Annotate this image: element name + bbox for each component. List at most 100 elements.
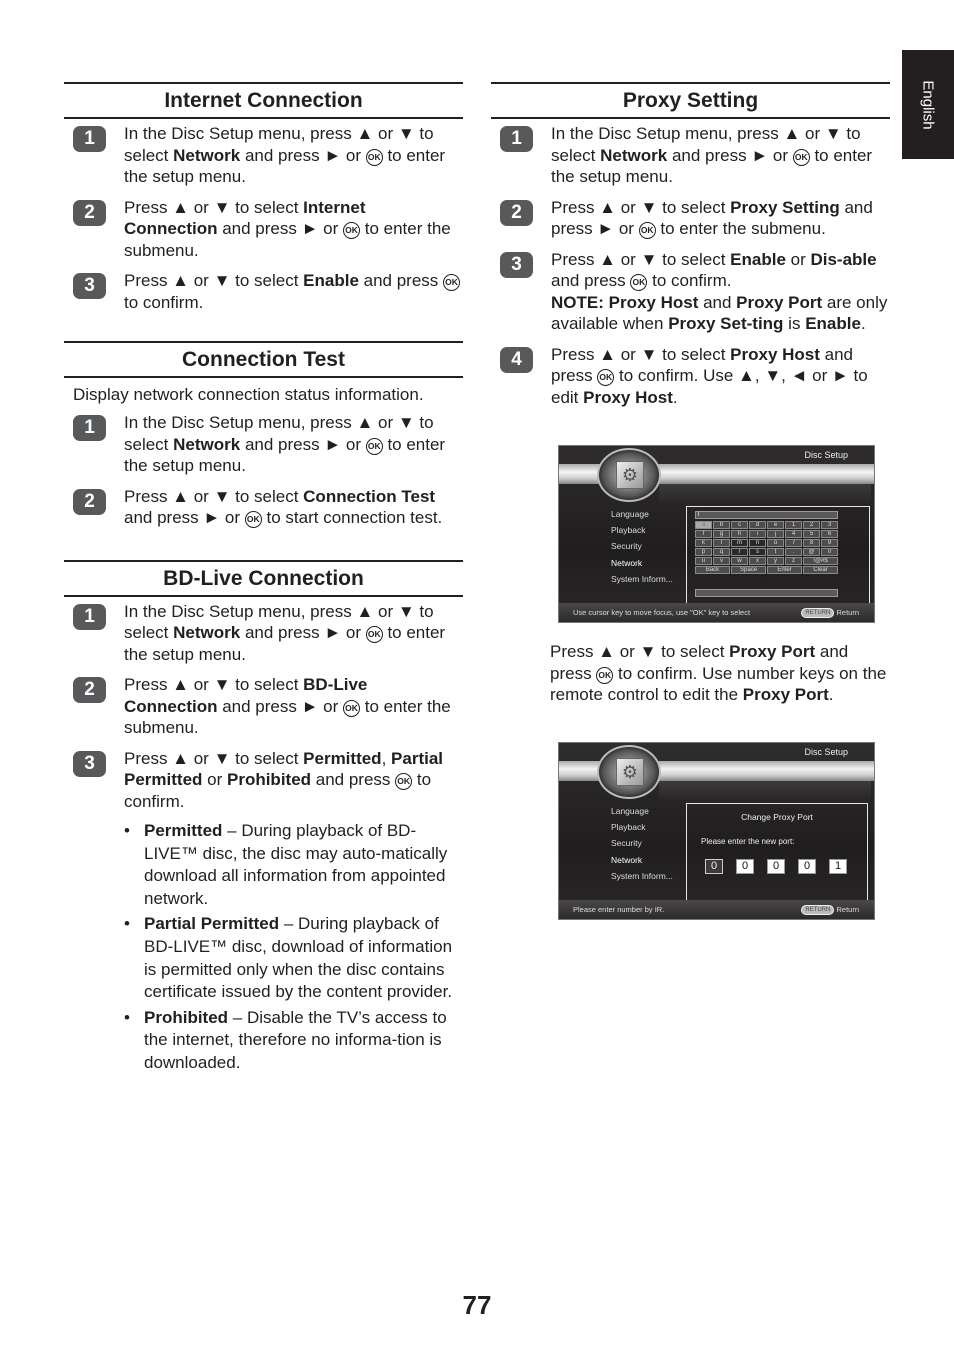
keyboard-key[interactable]: . (785, 548, 802, 556)
ok-button-icon: OK (597, 369, 615, 386)
keyboard-key[interactable]: g (713, 530, 730, 538)
step-item: 2 Press ▲ or ▼ to select Proxy Setting an… (491, 197, 890, 240)
step-number-badge: 3 (500, 251, 533, 278)
step-number-badge: 1 (73, 603, 106, 630)
gear-icon: ⚙ (616, 758, 644, 786)
bdlive-connection-heading: BD-Live Connection (64, 559, 463, 597)
keyboard-key[interactable]: l (713, 539, 730, 547)
keyboard-key[interactable]: d (749, 521, 766, 529)
keyboard-key[interactable]: 1 (785, 521, 802, 529)
port-digit-field[interactable]: 1 (829, 859, 847, 874)
setup-emblem: ⚙ (597, 745, 661, 799)
step-text: Press ▲ or ▼ to select Enable and press … (124, 270, 463, 313)
keyboard-key[interactable]: k (695, 539, 712, 547)
menu-item[interactable]: System Inform... (611, 571, 673, 587)
bold-term: Dis-able (810, 249, 877, 269)
menu-item[interactable]: Playback (611, 819, 673, 835)
step-note: NOTE: Proxy Host and Proxy Port are only… (551, 292, 890, 335)
port-digit-field[interactable]: 0 (705, 859, 723, 874)
keyboard-key[interactable]: 0 (821, 548, 838, 556)
keyboard-key[interactable]: x (749, 557, 766, 565)
screen-title: Disc Setup (804, 747, 848, 757)
port-digit-field[interactable]: 0 (767, 859, 785, 874)
keyboard-key[interactable]: p (695, 548, 712, 556)
keyboard-key[interactable]: Enter (767, 566, 802, 574)
port-digit-field[interactable]: 0 (736, 859, 754, 874)
keyboard-key[interactable]: r (731, 548, 748, 556)
keyboard-key[interactable]: Clear (803, 566, 838, 574)
step-item: 1 In the Disc Setup menu, press ▲ or ▼ to… (491, 123, 890, 188)
step-item: 1 In the Disc Setup menu, press ▲ or ▼ to… (64, 412, 463, 477)
header-subband (659, 781, 871, 799)
menu-item[interactable]: Security (611, 538, 673, 554)
keyboard-key[interactable]: h (731, 530, 748, 538)
port-digit-field[interactable]: 0 (798, 859, 816, 874)
keyboard-key[interactable]: c (731, 521, 748, 529)
host-input-field[interactable]: l (695, 511, 838, 519)
keyboard-key[interactable]: n (749, 539, 766, 547)
option-item: Permitted – During playback of BD-LIVE™ … (124, 820, 463, 910)
menu-item[interactable]: System Inform... (611, 868, 673, 884)
bold-term: Enable (730, 249, 786, 269)
menu-item[interactable]: Network (611, 555, 673, 571)
keyboard-key[interactable]: 7 (785, 539, 802, 547)
step-item: 2 Press ▲ or ▼ to select BD-Live Connecti… (64, 674, 463, 739)
menu-item[interactable]: Network (611, 852, 673, 868)
keyboard-key[interactable]: s (749, 548, 766, 556)
keyboard-key[interactable]: 8 (803, 539, 820, 547)
header-subband (659, 484, 871, 502)
ok-button-icon: OK (365, 626, 383, 643)
keyboard-key[interactable]: y (767, 557, 784, 565)
step-number-badge: 1 (73, 415, 106, 441)
keyboard-key[interactable]: !@#$ (803, 557, 838, 565)
keyboard-key[interactable]: t (767, 548, 784, 556)
bold-term: Proxy Host (583, 387, 673, 407)
return-key-icon: RETURN (801, 608, 835, 618)
language-side-tab: English (902, 50, 954, 159)
keyboard-key[interactable]: z (785, 557, 802, 565)
step-number-badge: 2 (500, 199, 533, 226)
keyboard-key[interactable]: j (767, 530, 784, 538)
menu-item[interactable]: Language (611, 506, 673, 522)
step-text: Press ▲ or ▼ to select Internet Connecti… (124, 197, 451, 260)
dialog-title: Change Proxy Port (741, 812, 813, 822)
step-item: 1 In the Disc Setup menu, press ▲ or ▼ to… (64, 601, 463, 666)
return-button[interactable]: RETURN Return (801, 900, 859, 919)
keyboard-key[interactable]: f (695, 530, 712, 538)
keyboard-key[interactable]: 3 (821, 521, 838, 529)
step-number-badge: 2 (73, 488, 106, 515)
keyboard-key[interactable]: m (731, 539, 748, 547)
keyboard-key[interactable]: w (731, 557, 748, 565)
keyboard-key[interactable]: Space (731, 566, 766, 574)
bold-term: Proxy Port (742, 685, 829, 704)
step-number-badge: 4 (500, 346, 533, 373)
keyboard-key[interactable]: 6 (821, 530, 838, 538)
left-column: Internet Connection 1 In the Disc Setup m… (64, 82, 463, 1078)
step-text: Press ▲ or ▼ to select Connection Test a… (124, 486, 443, 528)
menu-item[interactable]: Security (611, 835, 673, 851)
keyboard-key[interactable]: @ (803, 548, 820, 556)
keyboard-key[interactable]: 2 (803, 521, 820, 529)
keyboard-key[interactable]: 4 (785, 530, 802, 538)
ok-button-icon: OK (395, 773, 413, 790)
keyboard-key[interactable]: q (713, 548, 730, 556)
menu-item[interactable]: Playback (611, 522, 673, 538)
menu-item[interactable]: Language (611, 803, 673, 819)
bold-term: Network (173, 145, 241, 165)
keyboard-key[interactable]: 9 (821, 539, 838, 547)
keyboard-key[interactable]: o (767, 539, 784, 547)
return-button[interactable]: RETURN Return (801, 603, 859, 622)
footer-hint: Please enter number by IR. (573, 905, 665, 914)
keyboard-key[interactable]: Back (695, 566, 730, 574)
keyboard-key[interactable]: e (767, 521, 784, 529)
step-text: Press ▲ or ▼ to select Permitted, Partia… (124, 748, 444, 811)
keyboard-key[interactable]: 5 (803, 530, 820, 538)
keyboard-key[interactable]: v (713, 557, 730, 565)
screen-title: Disc Setup (804, 450, 848, 460)
gear-icon: ⚙ (616, 461, 644, 489)
keyboard-key[interactable]: i (749, 530, 766, 538)
keyboard-key[interactable]: b (713, 521, 730, 529)
step-text: Press ▲ or ▼ to select Proxy Host and pr… (551, 344, 868, 407)
keyboard-key[interactable]: a (695, 521, 712, 529)
keyboard-key[interactable]: u (695, 557, 712, 565)
